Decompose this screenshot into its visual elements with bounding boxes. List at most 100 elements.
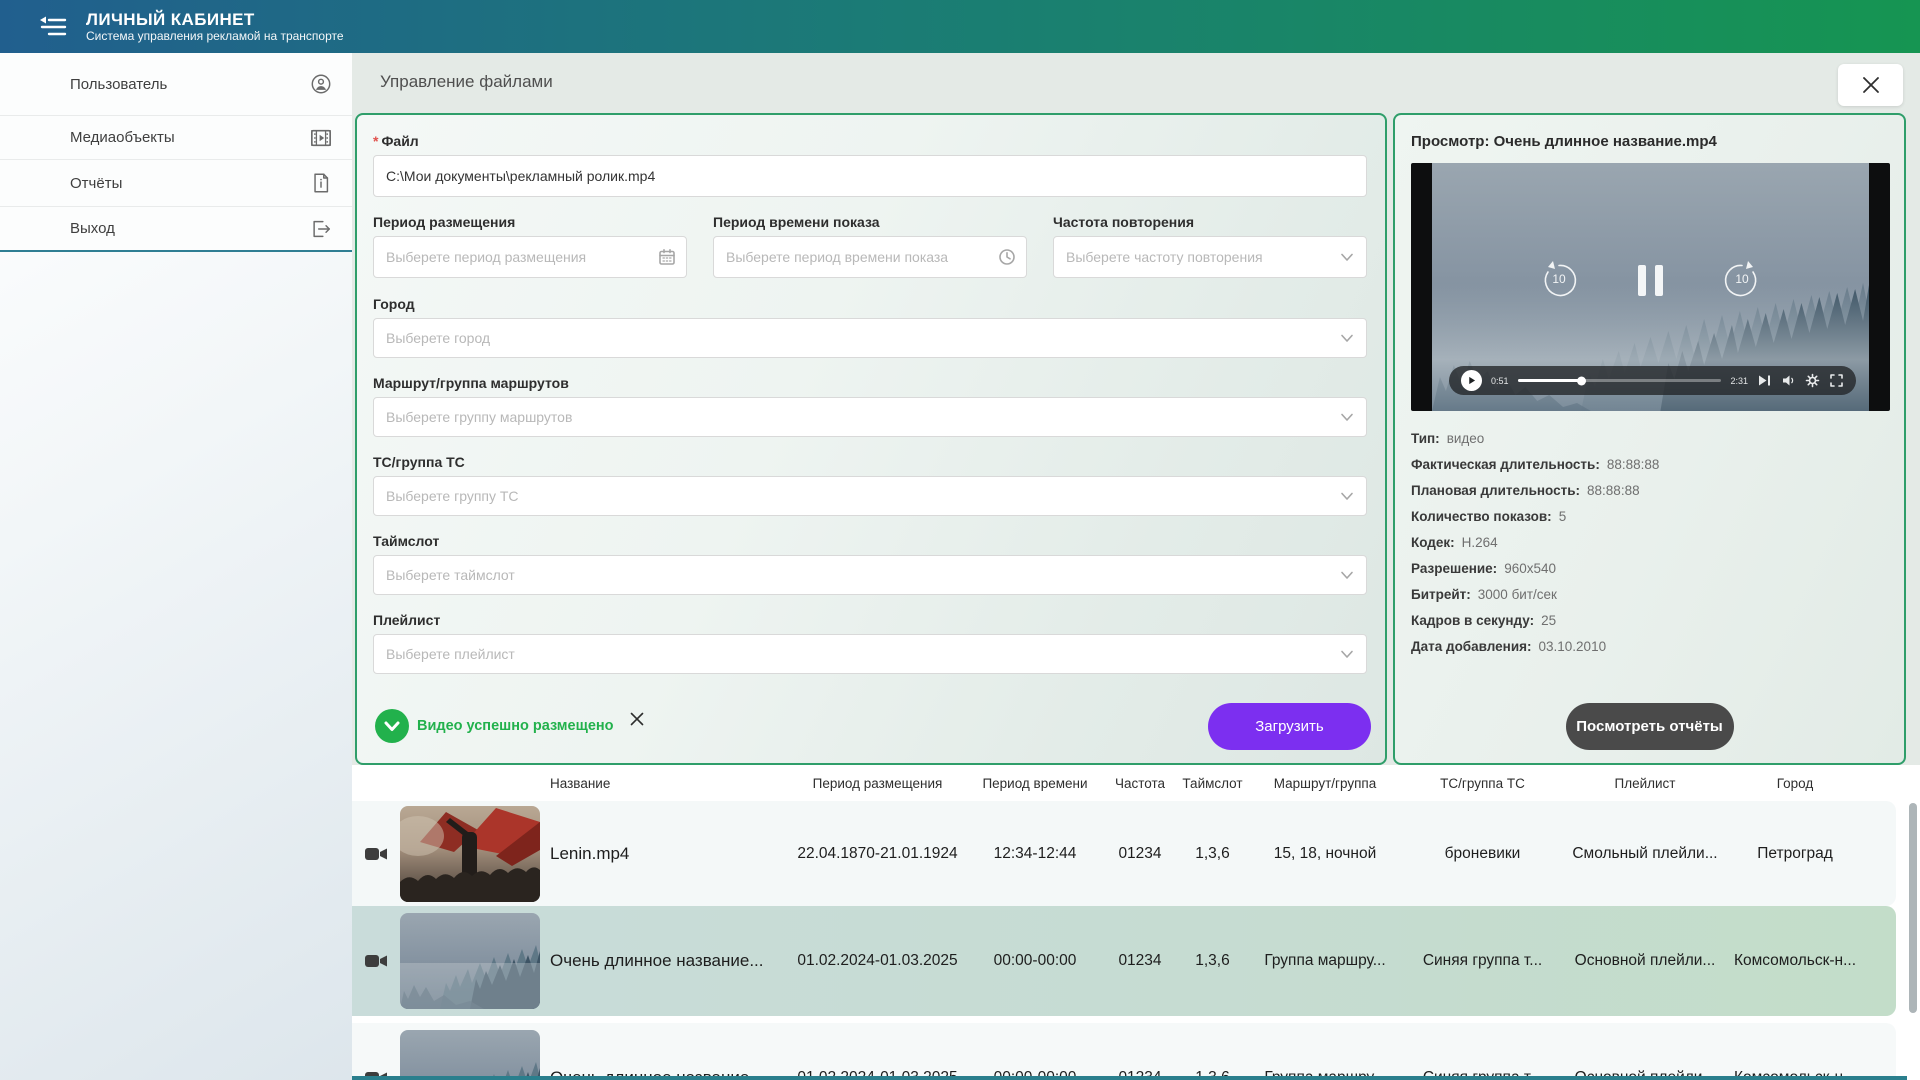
modal-close-button[interactable] (1838, 64, 1903, 106)
frequency-select[interactable] (1053, 236, 1367, 278)
show-time-group: Период времени показа (713, 214, 1027, 278)
fullscreen-icon[interactable] (1829, 373, 1844, 388)
logout-icon (310, 218, 332, 240)
sidebar-item-logout[interactable]: Выход (0, 207, 352, 250)
col-frequency: Частота (1105, 776, 1175, 791)
file-label: *Файл (373, 133, 1367, 149)
thumbnail-forest (400, 1030, 540, 1080)
video-player: 10 10 0:51 2:31 (1411, 163, 1890, 411)
chevron-down-icon (1338, 487, 1356, 505)
cell-vehicle: Синяя группа т... (1400, 952, 1565, 970)
placement-period-input[interactable] (373, 236, 687, 278)
col-period: Период размещения (790, 776, 965, 791)
file-field-group: *Файл (373, 133, 1367, 197)
sidebar-item-label: Выход (70, 220, 115, 237)
playlist-group: Плейлист (373, 612, 1367, 674)
success-message: Видео успешно размещено (417, 718, 614, 734)
thumbnail-lenin (400, 806, 540, 902)
city-group: Город (373, 296, 1367, 358)
cell-period: 01.02.2024-01.03.2025 (790, 952, 965, 970)
rewind-10-button[interactable]: 10 (1538, 259, 1580, 301)
col-time: Период времени (965, 776, 1105, 791)
table-row-selected[interactable]: Очень длинное название... 01.02.2024-01.… (352, 906, 1896, 1016)
sidebar-item-reports[interactable]: Отчёты (0, 160, 352, 207)
col-timeslot: Таймслот (1175, 776, 1250, 791)
settings-gear-icon[interactable] (1805, 373, 1820, 388)
upload-form-panel: *Файл Период размещения (355, 113, 1387, 765)
view-reports-button[interactable]: Посмотреть отчёты (1566, 703, 1734, 750)
meta-actual-duration: Фактическая длительность:88:88:88 (1411, 452, 1888, 478)
app-title: ЛИЧНЫЙ КАБИНЕТ (86, 10, 344, 29)
meta-type: Тип:видео (1411, 426, 1888, 452)
col-vehicle: ТС/группа ТС (1400, 776, 1565, 791)
upload-button[interactable]: Загрузить (1208, 703, 1371, 750)
table-scrollbar (1909, 803, 1917, 1076)
chevron-down-icon (1338, 248, 1356, 266)
timeslot-label: Таймслот (373, 533, 1367, 549)
menu-fold-icon[interactable] (38, 14, 68, 40)
cell-name: Lenin.mp4 (550, 844, 790, 864)
table-row[interactable]: Lenin.mp4 22.04.1870-21.01.1924 12:34-12… (352, 801, 1896, 906)
success-close-icon[interactable] (628, 710, 646, 728)
table-bottom-border (352, 1076, 1907, 1080)
vehicle-group: ТС/группа ТС (373, 454, 1367, 516)
col-route: Маршрут/группа (1250, 776, 1400, 791)
cell-time: 12:34-12:44 (965, 845, 1105, 863)
meta-codec: Кодек:H.264 (1411, 530, 1888, 556)
sidebar-item-user[interactable]: Пользователь (0, 53, 352, 116)
file-management-modal: Управление файлами *Файл Период размещен… (352, 53, 1920, 1080)
route-select[interactable] (373, 397, 1367, 437)
scrollbar-thumb[interactable] (1909, 803, 1917, 1013)
sidebar: Пользователь Медиаобъекты (0, 53, 352, 1080)
city-label: Город (373, 296, 1367, 312)
next-track-icon[interactable] (1757, 373, 1772, 388)
media-icon (310, 127, 332, 149)
frequency-group: Частота повторения (1053, 214, 1367, 278)
sidebar-item-label: Медиаобъекты (70, 129, 175, 146)
file-input[interactable] (373, 155, 1367, 197)
progress-bar[interactable] (1518, 379, 1722, 382)
playlist-select[interactable] (373, 634, 1367, 674)
chevron-down-icon (1338, 408, 1356, 426)
forward-10-button[interactable]: 10 (1721, 259, 1763, 301)
chevron-down-icon (1338, 329, 1356, 347)
city-select[interactable] (373, 318, 1367, 358)
table-row[interactable]: Очень длинное название... 01.02.2024-01.… (352, 1023, 1896, 1080)
current-time: 0:51 (1491, 376, 1509, 386)
calendar-icon (658, 248, 676, 266)
cell-name: Очень длинное название... (550, 951, 790, 971)
placement-period-group: Период размещения (373, 214, 687, 278)
route-label: Маршрут/группа маршрутов (373, 375, 1367, 391)
table-header: Название Период размещения Период времен… (352, 765, 1920, 801)
meta-resolution: Разрешение:960x540 (1411, 556, 1888, 582)
show-time-input[interactable] (713, 236, 1027, 278)
user-icon (310, 73, 332, 95)
modal-title: Управление файлами (380, 72, 553, 92)
route-group: Маршрут/группа маршрутов (373, 375, 1367, 437)
sidebar-item-media[interactable]: Медиаобъекты (0, 116, 352, 160)
app-subtitle: Система управления рекламой на транспорт… (86, 29, 344, 44)
meta-planned-duration: Плановая длительность:88:88:88 (1411, 478, 1888, 504)
player-center-controls: 10 10 (1411, 259, 1890, 301)
total-time: 2:31 (1730, 376, 1748, 386)
vehicle-select[interactable] (373, 476, 1367, 516)
player-control-bar: 0:51 2:31 (1449, 366, 1856, 395)
cell-playlist: Смольный плейли... (1565, 845, 1725, 863)
placement-period-label: Период размещения (373, 214, 687, 230)
play-button[interactable] (1461, 370, 1482, 391)
modal-header: Управление файлами (352, 53, 1920, 111)
app-header: ЛИЧНЫЙ КАБИНЕТ Система управления реклам… (0, 0, 1920, 53)
meta-bitrate: Битрейт:3000 бит/сек (1411, 582, 1888, 608)
preview-title: Просмотр: Очень длинное название.mp4 (1411, 133, 1888, 150)
report-icon (310, 172, 332, 194)
vehicle-label: ТС/группа ТС (373, 454, 1367, 470)
media-table: Название Период размещения Период времен… (352, 765, 1920, 1080)
pause-button[interactable] (1638, 265, 1663, 296)
app-window: ЛИЧНЫЙ КАБИНЕТ Система управления реклам… (0, 0, 1920, 1080)
cell-route: Группа маршру... (1250, 952, 1400, 970)
success-check-icon (375, 709, 409, 743)
volume-icon[interactable] (1781, 373, 1796, 388)
sidebar-item-label: Отчёты (70, 175, 122, 192)
timeslot-select[interactable] (373, 555, 1367, 595)
cell-frequency: 01234 (1105, 952, 1175, 970)
